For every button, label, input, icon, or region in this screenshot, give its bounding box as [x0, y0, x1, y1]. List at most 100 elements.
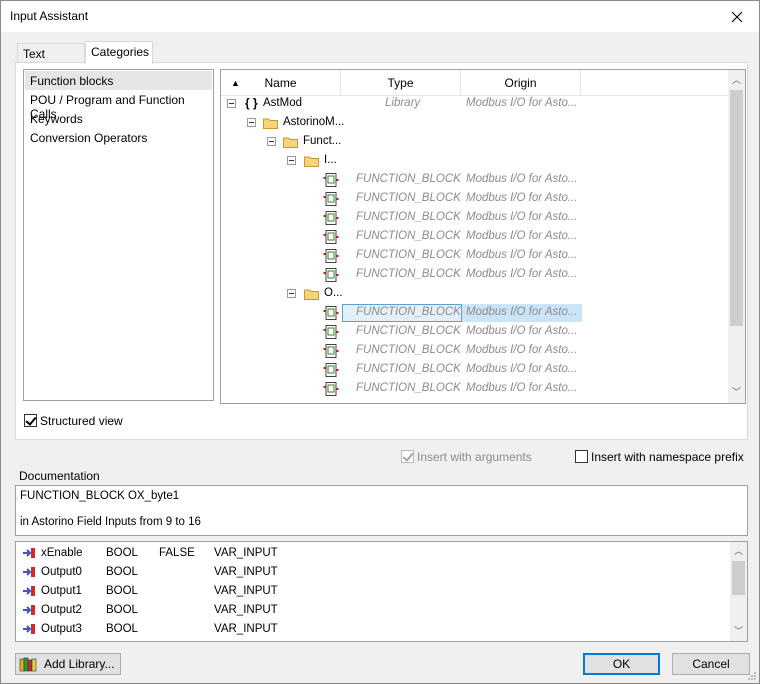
close-button[interactable]	[715, 1, 759, 32]
function-block-icon	[323, 382, 339, 396]
tree-row-type: FUNCTION_BLOCK	[356, 192, 461, 204]
scroll-up-icon[interactable]: ︿	[728, 72, 745, 89]
tree-row-origin: Modbus I/O for Asto...	[466, 230, 578, 242]
folder-icon	[263, 118, 278, 129]
category-item-function-blocks[interactable]: Function blocks	[25, 71, 212, 90]
category-item-pou-calls[interactable]: POU / Program and Function Calls	[25, 90, 212, 121]
tree-row-function-block[interactable]: FUNCTION_BLOCK Modbus I/O for Asto...	[221, 323, 729, 342]
cancel-button[interactable]: Cancel	[672, 653, 750, 675]
ok-button[interactable]: OK	[583, 653, 660, 675]
documentation-line-1: FUNCTION_BLOCK OX_byte1	[20, 490, 180, 502]
parameter-kind: VAR_INPUT	[214, 623, 278, 635]
folder-icon	[304, 289, 319, 300]
function-block-icon	[323, 344, 339, 358]
tree-scrollbar-thumb[interactable]	[730, 90, 743, 326]
category-item-conversion-operators[interactable]: Conversion Operators	[25, 128, 212, 147]
tree-row-name: O...	[324, 287, 343, 299]
tab-text-search[interactable]: Text Search	[17, 43, 85, 75]
function-block-icon	[323, 363, 339, 377]
parameter-row[interactable]: Output1 BOOL VAR_INPUT	[16, 582, 730, 601]
structured-view-checkbox[interactable]	[24, 414, 37, 427]
parameter-name: xEnable	[41, 547, 83, 559]
add-library-button[interactable]: Add Library...	[15, 653, 121, 675]
parameter-init: FALSE	[159, 547, 195, 559]
documentation-box[interactable]: FUNCTION_BLOCK OX_byte1 in Astorino Fiel…	[15, 485, 748, 536]
folder-icon	[304, 156, 319, 167]
tree-row-astmod[interactable]: { } AstMod Library Modbus I/O for Asto..…	[221, 95, 729, 114]
column-name-label: Name	[264, 76, 297, 90]
tree-row-function-block[interactable]: FUNCTION_BLOCK Modbus I/O for Asto...	[221, 342, 729, 361]
tree-row-function-block[interactable]: FUNCTION_BLOCK Modbus I/O for Asto...	[221, 228, 729, 247]
tree-row-type: FUNCTION_BLOCK	[356, 211, 461, 223]
tree-row-origin: Modbus I/O for Asto...	[466, 325, 578, 337]
documentation-label: Documentation	[19, 469, 100, 483]
input-variable-icon	[23, 586, 35, 596]
tree-row-name: Funct...	[303, 135, 342, 147]
column-header-origin[interactable]: Origin	[461, 70, 581, 96]
parameter-type: BOOL	[106, 604, 138, 616]
function-block-icon	[323, 192, 339, 206]
tree-row-folder[interactable]: AstorinoM...	[221, 114, 729, 133]
input-variable-icon	[23, 567, 35, 577]
collapse-icon[interactable]	[287, 289, 296, 298]
tree-row-function-block[interactable]: FUNCTION_BLOCK Modbus I/O for Asto...	[221, 361, 729, 380]
parameter-name: Output3	[41, 623, 82, 635]
tree-row-origin: Modbus I/O for Asto...	[466, 363, 578, 375]
collapse-icon[interactable]	[227, 99, 236, 108]
tree-row-origin: Modbus I/O for Asto...	[466, 382, 578, 394]
collapse-icon[interactable]	[267, 137, 276, 146]
parameter-type: BOOL	[106, 623, 138, 635]
parameter-row[interactable]: xEnable BOOL FALSE VAR_INPUT	[16, 544, 730, 563]
tree-row-function-block[interactable]: FUNCTION_BLOCK Modbus I/O for Asto...	[221, 190, 729, 209]
insert-with-namespace-prefix-label[interactable]: Insert with namespace prefix	[591, 450, 744, 464]
parameter-name: Output2	[41, 604, 82, 616]
parameter-row[interactable]: Output0 BOOL VAR_INPUT	[16, 563, 730, 582]
column-header-type[interactable]: Type	[341, 70, 461, 96]
tree-row-function-block[interactable]: FUNCTION_BLOCK Modbus I/O for Asto...	[221, 266, 729, 285]
tree-row-function-block[interactable]: FUNCTION_BLOCK Modbus I/O for Asto...	[221, 171, 729, 190]
tree-row-folder[interactable]: O...	[221, 285, 729, 304]
tree-row-origin: Modbus I/O for Asto...	[466, 344, 578, 356]
scroll-down-icon[interactable]: ﹀	[728, 384, 745, 401]
tree-scrollbar[interactable]: ︿ ﹀	[728, 70, 745, 403]
tree-row-type: FUNCTION_BLOCK	[356, 249, 461, 261]
scroll-down-icon[interactable]: ﹀	[730, 623, 747, 640]
function-block-tree[interactable]: ▲ Name Type Origin { } AstMod Library Mo…	[220, 69, 746, 404]
parameter-row[interactable]: Output3 BOOL VAR_INPUT	[16, 620, 730, 639]
tab-categories[interactable]: Categories	[85, 41, 153, 64]
structured-view-label[interactable]: Structured view	[40, 414, 123, 428]
tree-row-name: I...	[324, 154, 337, 166]
parameter-row[interactable]: Output2 BOOL VAR_INPUT	[16, 601, 730, 620]
tree-row-folder[interactable]: Funct...	[221, 133, 729, 152]
parameter-kind: VAR_INPUT	[214, 547, 278, 559]
insert-with-arguments-checkbox[interactable]	[401, 450, 414, 463]
scroll-up-icon[interactable]: ︿	[730, 543, 747, 560]
function-block-icon	[323, 230, 339, 244]
parameter-name: Output0	[41, 566, 82, 578]
category-list[interactable]: Function blocks POU / Program and Functi…	[23, 69, 214, 401]
insert-with-namespace-prefix-checkbox[interactable]	[575, 450, 588, 463]
tree-row-type: FUNCTION_BLOCK	[342, 304, 462, 322]
resize-grip-icon[interactable]	[747, 671, 757, 681]
parameters-scrollbar[interactable]: ︿ ﹀	[730, 542, 747, 641]
tree-row-folder[interactable]: I...	[221, 152, 729, 171]
column-header-name[interactable]: ▲ Name	[221, 70, 341, 96]
tree-row-function-block[interactable]: FUNCTION_BLOCK Modbus I/O for Asto...	[221, 209, 729, 228]
category-item-keywords[interactable]: Keywords	[25, 109, 212, 128]
tree-row-type: FUNCTION_BLOCK	[356, 173, 461, 185]
collapse-icon[interactable]	[247, 118, 256, 127]
tree-row-function-block-selected[interactable]: FUNCTION_BLOCK Modbus I/O for Asto...	[221, 304, 729, 323]
tree-header: ▲ Name Type Origin	[221, 70, 729, 96]
add-library-label: Add Library...	[44, 657, 115, 671]
tree-row-function-block[interactable]: FUNCTION_BLOCK Modbus I/O for Asto...	[221, 247, 729, 266]
function-block-icon	[323, 211, 339, 225]
parameter-kind: VAR_INPUT	[214, 566, 278, 578]
window-title: Input Assistant	[10, 9, 89, 23]
function-block-icon	[323, 249, 339, 263]
parameters-scrollbar-thumb[interactable]	[732, 561, 745, 595]
tree-row-type: FUNCTION_BLOCK	[356, 363, 461, 375]
collapse-icon[interactable]	[287, 156, 296, 165]
input-variable-icon	[23, 548, 35, 558]
parameters-list[interactable]: xEnable BOOL FALSE VAR_INPUT Output0 BOO…	[15, 541, 748, 642]
tree-row-function-block[interactable]: FUNCTION_BLOCK Modbus I/O for Asto...	[221, 380, 729, 399]
